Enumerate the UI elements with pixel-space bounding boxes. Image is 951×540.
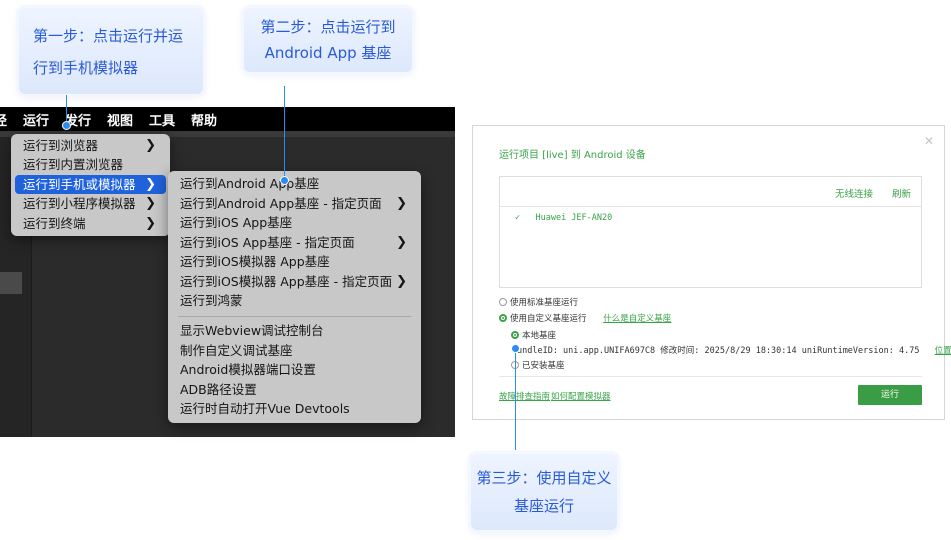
installed-base-option[interactable]: 已安装基座 bbox=[511, 359, 565, 371]
submenu-item-ios-base-page-label: 运行到iOS App基座 - 指定页面 bbox=[180, 235, 355, 250]
bundle-info-text: undleID: uni.app.UNIFA697C8 修改时间: 2025/8… bbox=[517, 346, 920, 356]
run-menu-item-device-label: 运行到手机或模拟器 bbox=[23, 177, 136, 192]
chevron-right-icon: ❯ bbox=[145, 196, 156, 211]
run-menu-item-miniprogram[interactable]: 运行到小程序模拟器 ❯ bbox=[15, 194, 166, 213]
device-list-header: 无线连接 刷新 bbox=[500, 177, 921, 207]
run-menu-item-device[interactable]: 运行到手机或模拟器 ❯ bbox=[15, 175, 166, 194]
chevron-right-icon: ❯ bbox=[145, 216, 156, 231]
refresh-link[interactable]: 刷新 bbox=[892, 186, 911, 200]
submenu-item-emulator-port-label: Android模拟器端口设置 bbox=[180, 362, 316, 377]
submenu-item-ios-sim-base-page-label: 运行到iOS模拟器 App基座 - 指定页面 bbox=[180, 274, 393, 289]
pointer-line-step-2 bbox=[284, 86, 285, 180]
bundle-info: undleID: uni.app.UNIFA697C8 修改时间: 2025/8… bbox=[517, 344, 951, 356]
chevron-right-icon: ❯ bbox=[145, 138, 156, 153]
submenu-item-make-custom-base-label: 制作自定义调试基座 bbox=[180, 343, 293, 358]
location-link[interactable]: 位置 bbox=[935, 346, 951, 356]
radio-checked-icon bbox=[511, 331, 519, 339]
chevron-right-icon: ❯ bbox=[396, 235, 407, 250]
device-name: Huawei JEF-AN20 bbox=[535, 213, 613, 223]
submenu-item-ios-sim-base-page[interactable]: 运行到iOS模拟器 App基座 - 指定页面 ❯ bbox=[172, 272, 417, 291]
standard-base-label: 使用标准基座运行 bbox=[510, 298, 579, 308]
run-menu-item-miniprogram-label: 运行到小程序模拟器 bbox=[23, 196, 136, 211]
chevron-right-icon: ❯ bbox=[396, 196, 407, 211]
callout-step-3-line-1: 第三步：使用自定义 bbox=[476, 469, 612, 487]
menu-item-run[interactable]: 运行 bbox=[23, 110, 49, 129]
submenu-item-emulator-port[interactable]: Android模拟器端口设置 bbox=[172, 360, 417, 379]
submenu-item-vue-devtools[interactable]: 运行时自动打开Vue Devtools bbox=[172, 399, 417, 418]
callout-step-1-line-2: 行到手机模拟器 bbox=[33, 59, 139, 77]
run-menu-dropdown: 运行到浏览器 ❯ 运行到内置浏览器 运行到手机或模拟器 ❯ 运行到小程序模拟器 … bbox=[11, 134, 170, 236]
run-menu-item-builtin-browser[interactable]: 运行到内置浏览器 bbox=[15, 155, 166, 174]
troubleshooting-link[interactable]: 故障排查指南 bbox=[499, 390, 550, 402]
device-list: 无线连接 刷新 ✓ Huawei JEF-AN20 bbox=[499, 176, 922, 288]
run-menu-item-terminal-label: 运行到终端 bbox=[23, 216, 86, 231]
run-menu-item-terminal[interactable]: 运行到终端 ❯ bbox=[15, 214, 166, 233]
chevron-right-icon: ❯ bbox=[396, 274, 407, 289]
custom-base-option[interactable]: 使用自定义基座运行 什么是自定义基座 bbox=[499, 312, 671, 324]
menu-item-partial[interactable]: 径 bbox=[0, 110, 7, 129]
submenu-item-adb-path[interactable]: ADB路径设置 bbox=[172, 380, 417, 399]
dialog-divider bbox=[499, 376, 922, 377]
custom-base-label: 使用自定义基座运行 bbox=[510, 314, 587, 324]
dialog-title: 运行项目 [live] 到 Android 设备 bbox=[499, 150, 646, 161]
callout-step-2-line-1: 第二步：点击运行到 bbox=[260, 18, 396, 36]
wireless-connect-link[interactable]: 无线连接 bbox=[835, 186, 873, 200]
callout-step-2: 第二步：点击运行到 Android App 基座 bbox=[244, 8, 412, 72]
submenu-item-webview-console[interactable]: 显示Webview调试控制台 bbox=[172, 321, 417, 340]
menu-item-view[interactable]: 视图 bbox=[107, 110, 133, 129]
local-base-label: 本地基座 bbox=[522, 331, 557, 341]
submenu-item-vue-devtools-label: 运行时自动打开Vue Devtools bbox=[180, 401, 350, 416]
chevron-right-icon: ❯ bbox=[145, 177, 156, 192]
standard-base-option[interactable]: 使用标准基座运行 bbox=[499, 296, 578, 308]
submenu-item-ios-base-label: 运行到iOS App基座 bbox=[180, 215, 293, 230]
submenu-item-android-base-page-label: 运行到Android App基座 - 指定页面 bbox=[180, 196, 382, 211]
run-button[interactable]: 运行 bbox=[858, 385, 922, 405]
submenu-item-harmony-label: 运行到鸿蒙 bbox=[180, 293, 243, 308]
callout-step-3-line-2: 基座运行 bbox=[513, 497, 574, 515]
ide-sidebar-selection bbox=[0, 272, 22, 294]
callout-step-1-line-1: 第一步：点击运行并运 bbox=[33, 27, 184, 45]
pointer-dot-step-2 bbox=[280, 176, 289, 185]
callout-step-3: 第三步：使用自定义 基座运行 bbox=[471, 454, 617, 530]
menu-item-tools[interactable]: 工具 bbox=[149, 110, 175, 129]
pointer-line-step-3 bbox=[515, 350, 516, 450]
submenu-item-android-base[interactable]: 运行到Android App基座 bbox=[172, 174, 417, 193]
device-submenu: 运行到Android App基座 运行到Android App基座 - 指定页面… bbox=[168, 171, 421, 423]
callout-step-1: 第一步：点击运行并运 行到手机模拟器 bbox=[19, 8, 203, 94]
submenu-item-ios-sim-base[interactable]: 运行到iOS模拟器 App基座 bbox=[172, 252, 417, 271]
run-android-dialog: 运行项目 [live] 到 Android 设备 ✕ 无线连接 刷新 ✓ Hua… bbox=[472, 125, 951, 420]
radio-icon bbox=[499, 298, 507, 306]
custom-base-help-link[interactable]: 什么是自定义基座 bbox=[603, 314, 671, 324]
submenu-item-ios-base-page[interactable]: 运行到iOS App基座 - 指定页面 ❯ bbox=[172, 233, 417, 252]
run-menu-item-builtin-browser-label: 运行到内置浏览器 bbox=[23, 157, 124, 172]
check-icon: ✓ bbox=[515, 213, 521, 223]
run-menu-item-browser[interactable]: 运行到浏览器 ❯ bbox=[15, 136, 166, 155]
pointer-dot-step-1 bbox=[62, 121, 71, 130]
submenu-item-adb-path-label: ADB路径设置 bbox=[180, 382, 257, 397]
device-item[interactable]: ✓ Huawei JEF-AN20 bbox=[515, 213, 612, 223]
submenu-item-android-base-label: 运行到Android App基座 bbox=[180, 176, 320, 191]
submenu-item-make-custom-base[interactable]: 制作自定义调试基座 bbox=[172, 341, 417, 360]
submenu-item-webview-console-label: 显示Webview调试控制台 bbox=[180, 323, 324, 338]
submenu-item-harmony[interactable]: 运行到鸿蒙 bbox=[172, 291, 417, 310]
pointer-dot-step-3 bbox=[511, 344, 520, 353]
submenu-item-android-base-page[interactable]: 运行到Android App基座 - 指定页面 ❯ bbox=[172, 194, 417, 213]
menu-item-help[interactable]: 帮助 bbox=[191, 110, 217, 129]
callout-step-2-line-2: Android App 基座 bbox=[264, 44, 392, 62]
close-icon[interactable]: ✕ bbox=[924, 134, 934, 148]
run-menu-item-browser-label: 运行到浏览器 bbox=[23, 138, 99, 153]
radio-checked-icon bbox=[499, 314, 507, 322]
submenu-item-ios-base[interactable]: 运行到iOS App基座 bbox=[172, 213, 417, 232]
emulator-config-link[interactable]: 如何配置模拟器 bbox=[551, 390, 611, 402]
submenu-item-ios-sim-base-label: 运行到iOS模拟器 App基座 bbox=[180, 254, 330, 269]
installed-base-label: 已安装基座 bbox=[522, 361, 565, 371]
menu-separator bbox=[178, 316, 411, 317]
local-base-option[interactable]: 本地基座 bbox=[511, 329, 556, 341]
